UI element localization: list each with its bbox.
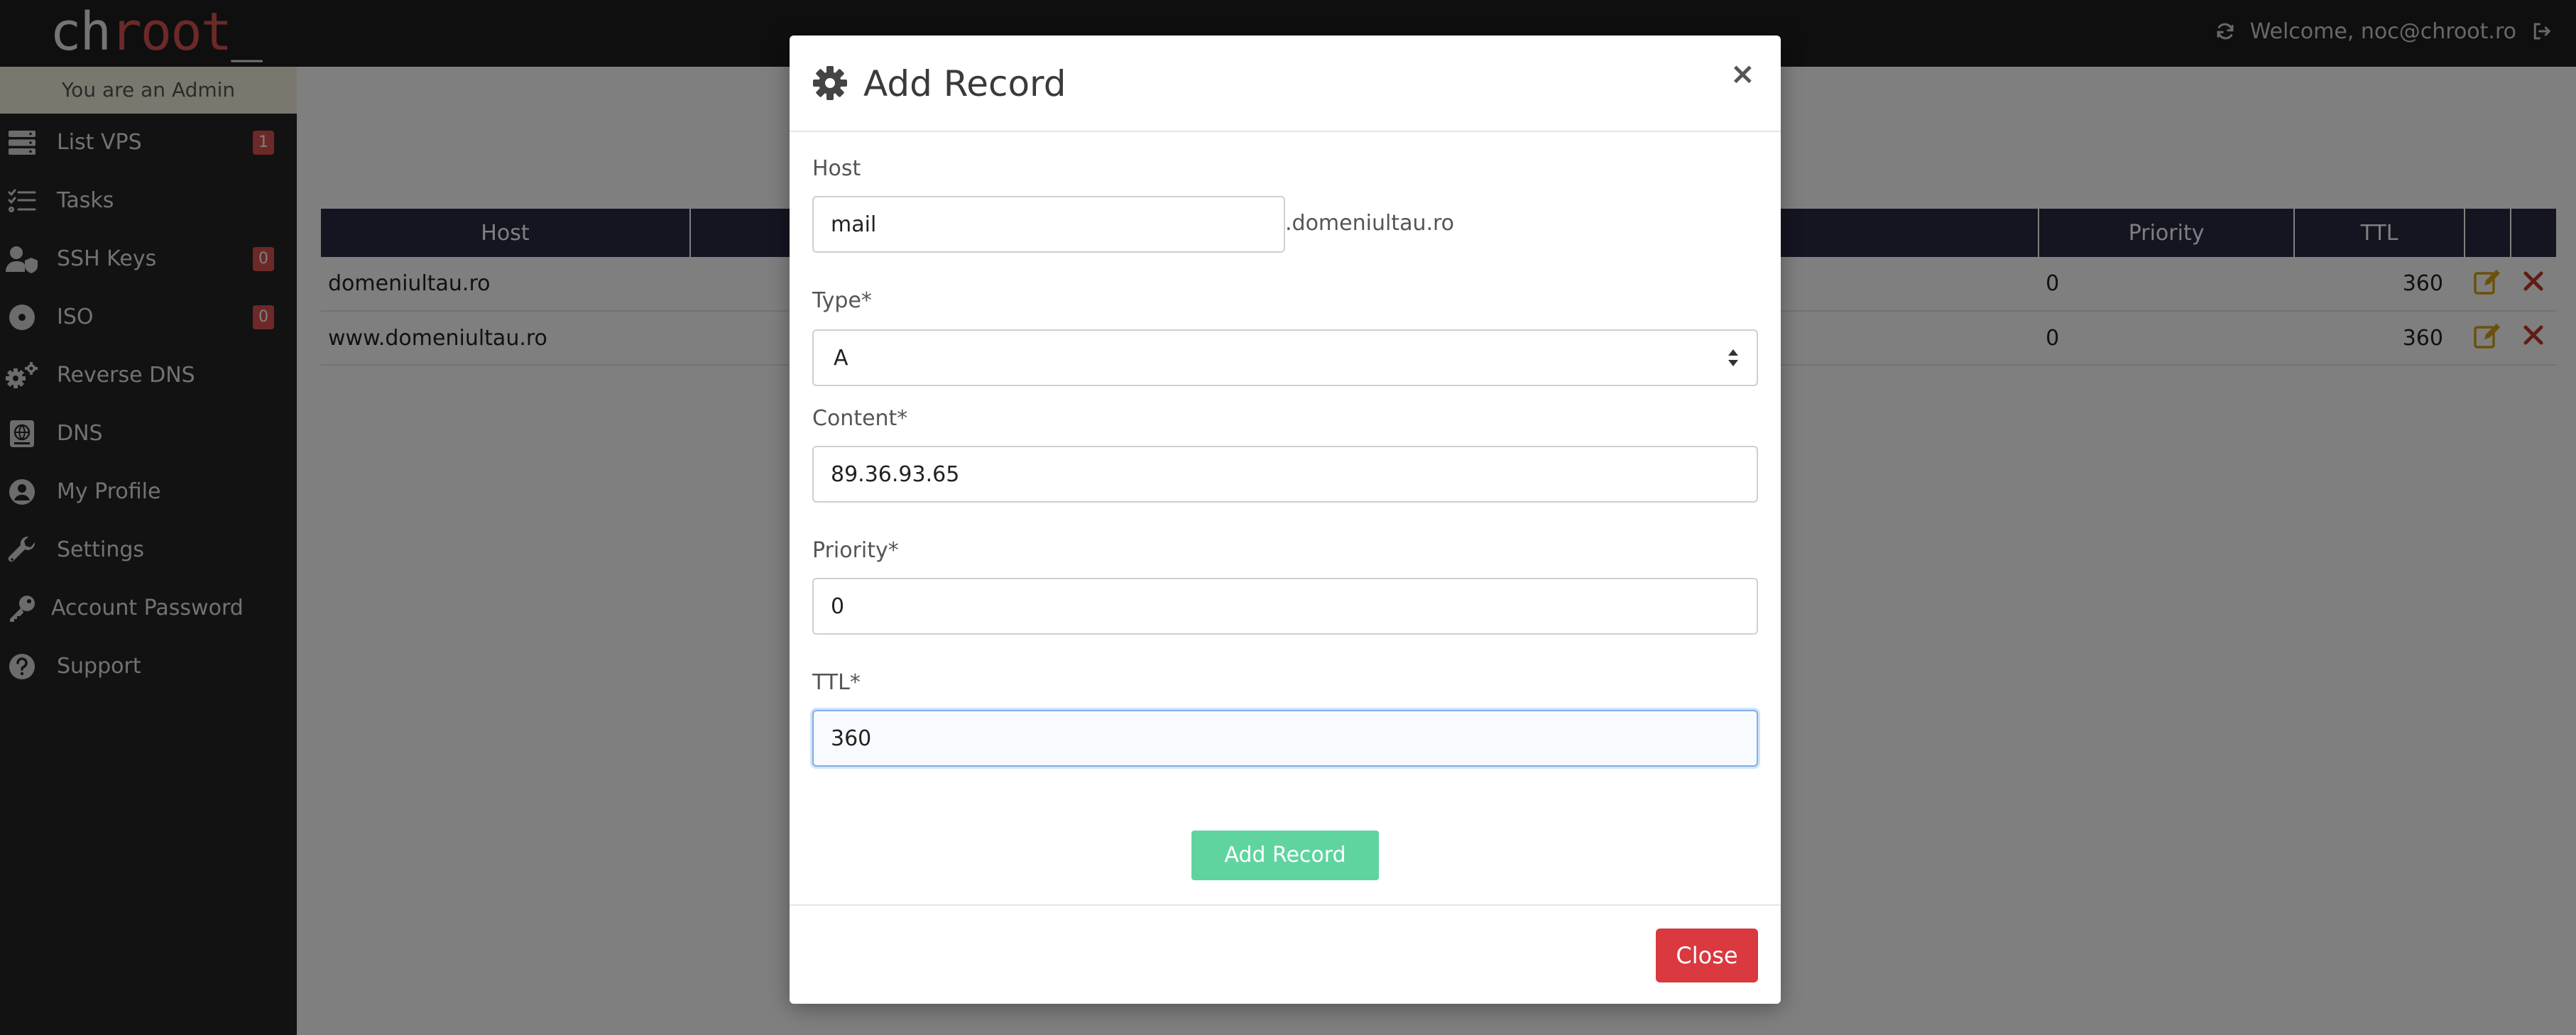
type-select-value: A	[834, 346, 848, 371]
add-record-submit-button[interactable]: Add Record	[1191, 831, 1379, 880]
host-input[interactable]	[812, 196, 1285, 253]
ttl-input[interactable]	[812, 710, 1758, 767]
gear-icon	[812, 65, 848, 104]
modal-close-x-button[interactable]: ×	[1730, 57, 1755, 91]
modal-footer: Close	[790, 904, 1781, 1004]
type-label: Type*	[812, 288, 872, 313]
add-record-modal: Add Record × Host .domeniultau.ro Type* …	[790, 35, 1781, 1004]
ttl-label: TTL*	[812, 670, 861, 695]
host-domain-suffix: .domeniultau.ro	[1285, 211, 1455, 236]
modal-title: Add Record	[863, 63, 1066, 104]
priority-input[interactable]	[812, 578, 1758, 635]
content-input[interactable]	[812, 446, 1758, 503]
select-arrows-icon	[1727, 346, 1740, 372]
priority-label: Priority*	[812, 538, 899, 563]
content-label: Content*	[812, 406, 908, 431]
host-label: Host	[812, 156, 861, 181]
type-select[interactable]: A	[812, 329, 1758, 386]
modal-header: Add Record ×	[790, 35, 1781, 132]
close-button[interactable]: Close	[1656, 929, 1758, 982]
